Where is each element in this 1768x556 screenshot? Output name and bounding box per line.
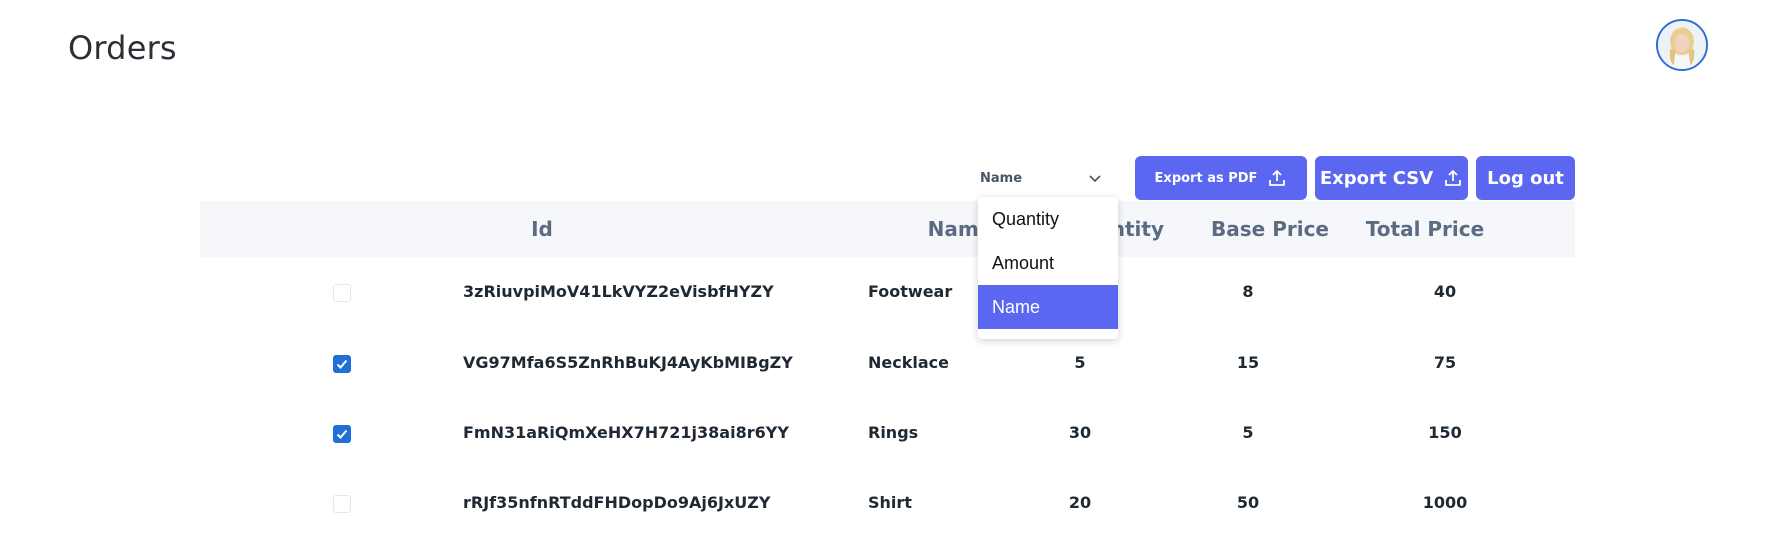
- sort-dropdown-menu: Quantity Amount Name: [978, 197, 1118, 339]
- table-row: FmN31aRiQmXeHX7H721j38ai8r6YY Rings 30 5…: [200, 403, 1575, 463]
- sort-select[interactable]: Name: [980, 165, 1108, 191]
- chevron-down-icon: [1089, 175, 1101, 183]
- row-checkbox[interactable]: [333, 425, 351, 443]
- export-csv-label: Export CSV: [1319, 167, 1434, 189]
- sort-option-quantity[interactable]: Quantity: [978, 197, 1118, 241]
- logout-button[interactable]: Log out: [1476, 156, 1575, 200]
- cell-quantity: 30: [1068, 423, 1092, 442]
- cell-id: 3zRiuvpiMoV41LkVYZ2eVisbfHYZY: [463, 282, 774, 301]
- logout-label: Log out: [1487, 167, 1564, 189]
- row-checkbox[interactable]: [333, 495, 351, 513]
- cell-total-price: 150: [1428, 423, 1462, 442]
- cell-quantity: 20: [1068, 493, 1092, 512]
- cell-id: VG97Mfa6S5ZnRhBuKJ4AyKbMIBgZY: [463, 353, 793, 372]
- table-header: Id Name Quantity Base Price Total Price: [200, 201, 1575, 257]
- check-icon: [336, 429, 348, 439]
- cell-id: rRJf35nfnRTddFHDopDo9Aj6JxUZY: [463, 493, 771, 512]
- avatar-image: [1658, 21, 1706, 69]
- cell-base-price: 50: [1236, 493, 1260, 512]
- column-header-total-price[interactable]: Total Price: [1360, 201, 1490, 257]
- table-row: VG97Mfa6S5ZnRhBuKJ4AyKbMIBgZY Necklace 5…: [200, 333, 1575, 393]
- table-row: 3zRiuvpiMoV41LkVYZ2eVisbfHYZY Footwear 5…: [200, 262, 1575, 322]
- cell-base-price: 8: [1242, 282, 1254, 301]
- sort-option-name[interactable]: Name: [978, 285, 1118, 329]
- user-avatar[interactable]: [1656, 19, 1708, 71]
- row-checkbox[interactable]: [333, 284, 351, 302]
- check-icon: [336, 359, 348, 369]
- cell-name: Necklace: [868, 353, 949, 372]
- table-row: rRJf35nfnRTddFHDopDo9Aj6JxUZY Shirt 20 5…: [200, 473, 1575, 533]
- cell-quantity: 5: [1074, 353, 1086, 372]
- export-pdf-label: Export as PDF: [1154, 170, 1258, 186]
- export-csv-button[interactable]: Export CSV: [1315, 156, 1468, 200]
- cell-total-price: 40: [1433, 282, 1457, 301]
- cell-name: Rings: [868, 423, 919, 442]
- row-checkbox[interactable]: [333, 355, 351, 373]
- cell-id: FmN31aRiQmXeHX7H721j38ai8r6YY: [463, 423, 789, 442]
- upload-icon: [1269, 170, 1286, 186]
- cell-base-price: 5: [1242, 423, 1254, 442]
- cell-total-price: 75: [1433, 353, 1457, 372]
- sort-select-value: Name: [980, 170, 1023, 186]
- page-title: Orders: [68, 29, 177, 67]
- cell-name: Shirt: [868, 493, 912, 512]
- upload-icon: [1445, 170, 1462, 186]
- sort-option-amount[interactable]: Amount: [978, 241, 1118, 285]
- export-pdf-button[interactable]: Export as PDF: [1135, 156, 1307, 200]
- cell-base-price: 15: [1236, 353, 1260, 372]
- column-header-base-price[interactable]: Base Price: [1200, 201, 1340, 257]
- cell-total-price: 1000: [1422, 493, 1468, 512]
- cell-name: Footwear: [868, 282, 953, 301]
- column-header-id[interactable]: Id: [442, 201, 642, 257]
